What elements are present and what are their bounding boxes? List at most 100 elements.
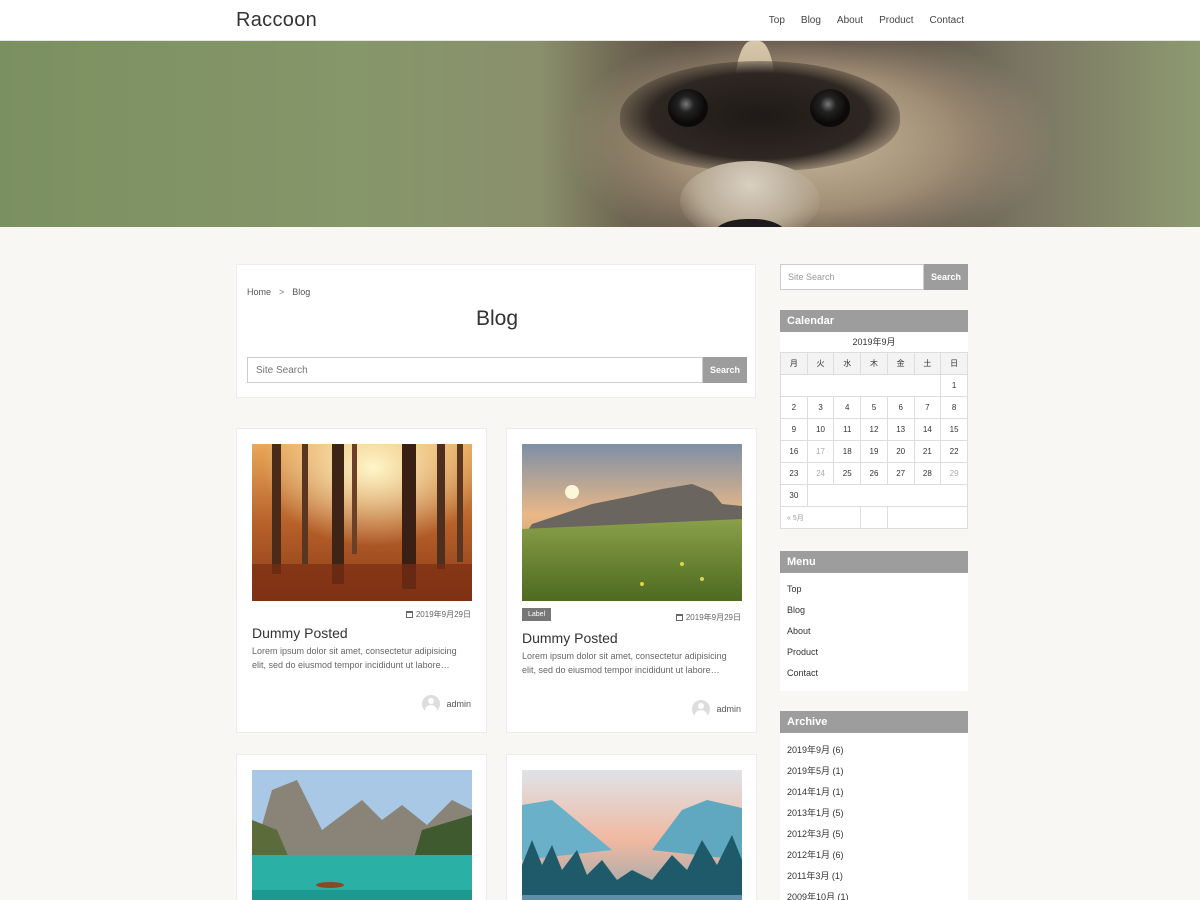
archive-item[interactable]: 2019年5月 (1) xyxy=(780,761,968,782)
calendar-day: 22 xyxy=(940,440,968,463)
post-date: 2019年9月29日 xyxy=(405,609,471,620)
calendar-day: 15 xyxy=(940,418,968,441)
calendar-day: 27 xyxy=(886,462,915,485)
sidebar-search-button[interactable]: Search xyxy=(924,264,968,290)
post-thumbnail-mountain-lake[interactable] xyxy=(252,770,472,900)
calendar-day: 6 xyxy=(886,396,915,419)
calendar-day: 3 xyxy=(806,396,835,419)
nav-item-about[interactable]: About xyxy=(837,15,863,26)
post-thumbnail-autumn-forest[interactable] xyxy=(252,444,472,601)
weekday-header: 木 xyxy=(860,352,888,375)
main-search-button[interactable]: Search xyxy=(703,357,747,383)
calendar-day: 12 xyxy=(860,418,888,441)
post-card[interactable]: 2019年9月29日 Dummy Posted Lorem ipsum dolo… xyxy=(236,428,487,733)
calendar-day: 14 xyxy=(913,418,942,441)
avatar xyxy=(692,700,711,718)
menu-item-top[interactable]: Top xyxy=(780,579,968,600)
calendar-day: 9 xyxy=(780,418,808,441)
weekday-header: 水 xyxy=(833,352,862,375)
menu-widget-title: Menu xyxy=(780,551,968,573)
weekday-header: 土 xyxy=(913,352,942,375)
calendar-pad xyxy=(779,374,942,397)
calendar-pad xyxy=(860,506,888,529)
nav-item-top[interactable]: Top xyxy=(769,15,785,26)
calendar-day: 13 xyxy=(886,418,915,441)
breadcrumb: Home > Blog xyxy=(247,287,310,297)
archive-item[interactable]: 2012年1月 (6) xyxy=(780,845,968,866)
post-card[interactable] xyxy=(236,754,487,900)
calendar-pad xyxy=(806,484,969,507)
post-author: admin xyxy=(692,700,741,718)
calendar-day: 19 xyxy=(860,440,888,463)
menu-widget: Top Blog About Product Contact xyxy=(780,573,968,691)
post-card[interactable]: Label 2019年9月29日 Dummy Posted Lorem ipsu… xyxy=(506,428,757,733)
sidebar-search-input[interactable]: Site Search xyxy=(780,264,924,290)
nav-item-contact[interactable]: Contact xyxy=(930,15,964,26)
archive-item[interactable]: 2012年3月 (5) xyxy=(780,824,968,845)
calendar-icon xyxy=(675,614,683,621)
calendar-table: 月 火 水 木 金 土 日 1 2 3 4 5 6 7 8 9 10 11 12… xyxy=(779,352,969,529)
post-thumbnail-valley-forest[interactable] xyxy=(522,770,742,900)
weekday-header: 火 xyxy=(806,352,835,375)
menu-item-blog[interactable]: Blog xyxy=(780,600,968,621)
calendar-day: 11 xyxy=(833,418,862,441)
post-card[interactable] xyxy=(506,754,757,900)
calendar-prev-month-link[interactable]: « 5月 xyxy=(779,506,862,529)
calendar-day: 10 xyxy=(806,418,835,441)
post-label-badge[interactable]: Label xyxy=(522,608,552,621)
calendar-day: 30 xyxy=(780,484,808,507)
menu-item-about[interactable]: About xyxy=(780,621,968,642)
breadcrumb-current: Blog xyxy=(292,287,311,297)
calendar-day: 29 xyxy=(940,462,968,485)
menu-item-contact[interactable]: Contact xyxy=(780,663,968,684)
hero-banner-image xyxy=(0,41,1200,227)
avatar xyxy=(422,695,441,713)
post-date: 2019年9月29日 xyxy=(675,612,741,623)
archive-widget-title: Archive xyxy=(780,711,968,733)
calendar-icon xyxy=(405,611,413,618)
menu-item-product[interactable]: Product xyxy=(780,642,968,663)
calendar-day: 21 xyxy=(913,440,942,463)
calendar-day: 1 xyxy=(940,374,968,397)
calendar-day: 18 xyxy=(833,440,862,463)
weekday-header: 日 xyxy=(940,352,968,375)
calendar-day: 28 xyxy=(913,462,942,485)
page-title: Blog xyxy=(475,307,519,330)
post-author: admin xyxy=(422,695,471,713)
site-header: Raccoon Top Blog About Product Contact xyxy=(0,0,1200,41)
nav-item-product[interactable]: Product xyxy=(879,15,913,26)
archive-widget: 2019年9月 (6) 2019年5月 (1) 2014年1月 (1) 2013… xyxy=(780,733,968,900)
weekday-header: 月 xyxy=(780,352,808,375)
archive-item[interactable]: 2014年1月 (1) xyxy=(780,782,968,803)
calendar-pad xyxy=(886,506,969,529)
post-excerpt: Lorem ipsum dolor sit amet, consectetur … xyxy=(522,651,727,675)
calendar-day: 20 xyxy=(886,440,915,463)
calendar-day: 26 xyxy=(860,462,888,485)
calendar-day: 25 xyxy=(833,462,862,485)
site-logo[interactable]: Raccoon xyxy=(236,9,317,32)
breadcrumb-home[interactable]: Home xyxy=(247,287,271,297)
weekday-header: 金 xyxy=(886,352,915,375)
archive-item[interactable]: 2013年1月 (5) xyxy=(780,803,968,824)
main-search-input[interactable] xyxy=(247,357,703,383)
calendar-month: 2019年9月 xyxy=(780,332,968,352)
nav-item-blog[interactable]: Blog xyxy=(801,15,821,26)
archive-item[interactable]: 2011年3月 (1) xyxy=(780,866,968,887)
calendar-day: 7 xyxy=(913,396,942,419)
calendar-day: 5 xyxy=(860,396,888,419)
calendar-day: 23 xyxy=(780,462,808,485)
post-title[interactable]: Dummy Posted xyxy=(522,630,618,646)
blog-header-card: Home > Blog Blog Search xyxy=(236,264,756,398)
calendar-day: 8 xyxy=(940,396,968,419)
calendar-day: 2 xyxy=(780,396,808,419)
calendar-day: 24 xyxy=(806,462,835,485)
breadcrumb-separator: > xyxy=(279,287,285,297)
post-title[interactable]: Dummy Posted xyxy=(252,625,348,641)
calendar-day: 16 xyxy=(780,440,808,463)
calendar-day: 4 xyxy=(833,396,862,419)
archive-item[interactable]: 2019年9月 (6) xyxy=(780,740,968,761)
post-excerpt: Lorem ipsum dolor sit amet, consectetur … xyxy=(252,646,457,670)
calendar-widget-title: Calendar xyxy=(780,310,968,332)
post-thumbnail-mountain-meadow[interactable] xyxy=(522,444,742,601)
archive-item[interactable]: 2009年10月 (1) xyxy=(780,887,968,900)
